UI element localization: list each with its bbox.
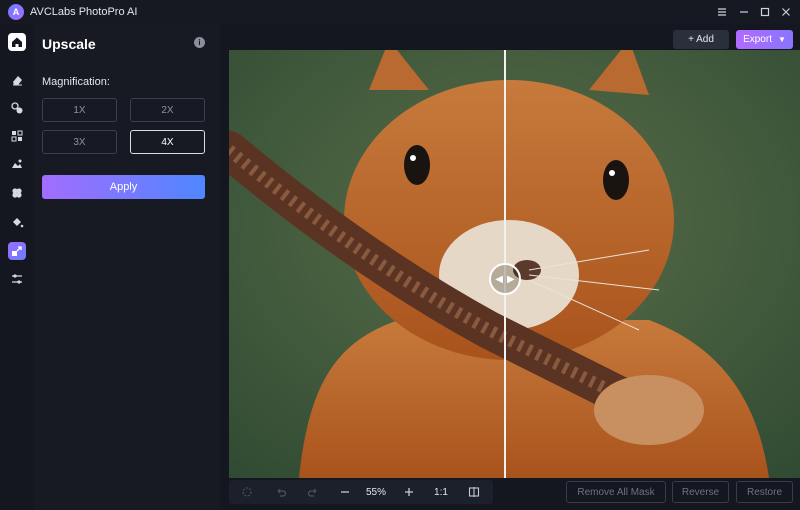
background-icon[interactable] — [8, 155, 26, 173]
export-button[interactable]: Export ▼ — [736, 30, 793, 49]
panel-title: Upscale — [42, 36, 96, 52]
tool-rail — [0, 24, 34, 510]
magnification-1x-button[interactable]: 1X — [42, 98, 117, 122]
view-tools: 55% 1:1 — [229, 480, 493, 504]
magnification-label: Magnification: — [42, 76, 110, 88]
zoom-in-icon[interactable] — [401, 485, 417, 499]
magnification-4x-button[interactable]: 4X — [130, 130, 205, 154]
adjust-icon[interactable] — [8, 270, 26, 288]
app-title: AVCLabs PhotoPro AI — [30, 6, 138, 18]
export-label: Export — [743, 34, 772, 45]
redo-icon[interactable] — [305, 485, 321, 499]
home-icon[interactable] — [8, 33, 26, 51]
apply-button[interactable]: Apply — [42, 175, 205, 199]
upscale-icon[interactable] — [8, 242, 26, 260]
upscale-panel: Upscale i Magnification: 1X 2X 3X 4X App… — [34, 24, 220, 510]
squirrel-photo — [229, 50, 800, 478]
zoom-level: 55% — [365, 486, 386, 498]
reverse-button[interactable]: Reverse — [672, 481, 729, 503]
minimize-icon[interactable] — [734, 3, 754, 21]
restore-button[interactable]: Restore — [736, 481, 793, 503]
eraser-icon[interactable] — [8, 71, 26, 89]
fill-icon[interactable] — [8, 213, 26, 231]
menu-icon[interactable] — [712, 3, 732, 21]
app-logo: A — [8, 4, 24, 20]
info-icon[interactable]: i — [194, 37, 205, 48]
face-icon[interactable] — [8, 99, 26, 117]
zoom-out-icon[interactable] — [337, 485, 353, 499]
object-icon[interactable] — [8, 127, 26, 145]
add-button[interactable]: + Add — [673, 30, 729, 49]
compare-handle-icon[interactable]: ◀ ▶ — [489, 263, 521, 295]
magnification-3x-button[interactable]: 3X — [42, 130, 117, 154]
maximize-icon[interactable] — [755, 3, 775, 21]
remove-all-mask-button[interactable]: Remove All Mask — [566, 481, 666, 503]
close-icon[interactable] — [776, 3, 796, 21]
colorize-icon[interactable] — [8, 184, 26, 202]
actual-size-button[interactable]: 1:1 — [431, 485, 451, 499]
title-bar: A AVCLabs PhotoPro AI — [0, 0, 800, 24]
compare-view-icon[interactable] — [466, 485, 482, 499]
bottom-toolbar: 55% 1:1 Remove All Mask Reverse Restore — [229, 478, 800, 510]
image-canvas[interactable]: ◀ ▶ — [229, 50, 800, 478]
undo-icon[interactable] — [273, 485, 289, 499]
magnification-2x-button[interactable]: 2X — [130, 98, 205, 122]
reset-icon[interactable] — [239, 485, 255, 499]
chevron-down-icon: ▼ — [777, 35, 786, 44]
